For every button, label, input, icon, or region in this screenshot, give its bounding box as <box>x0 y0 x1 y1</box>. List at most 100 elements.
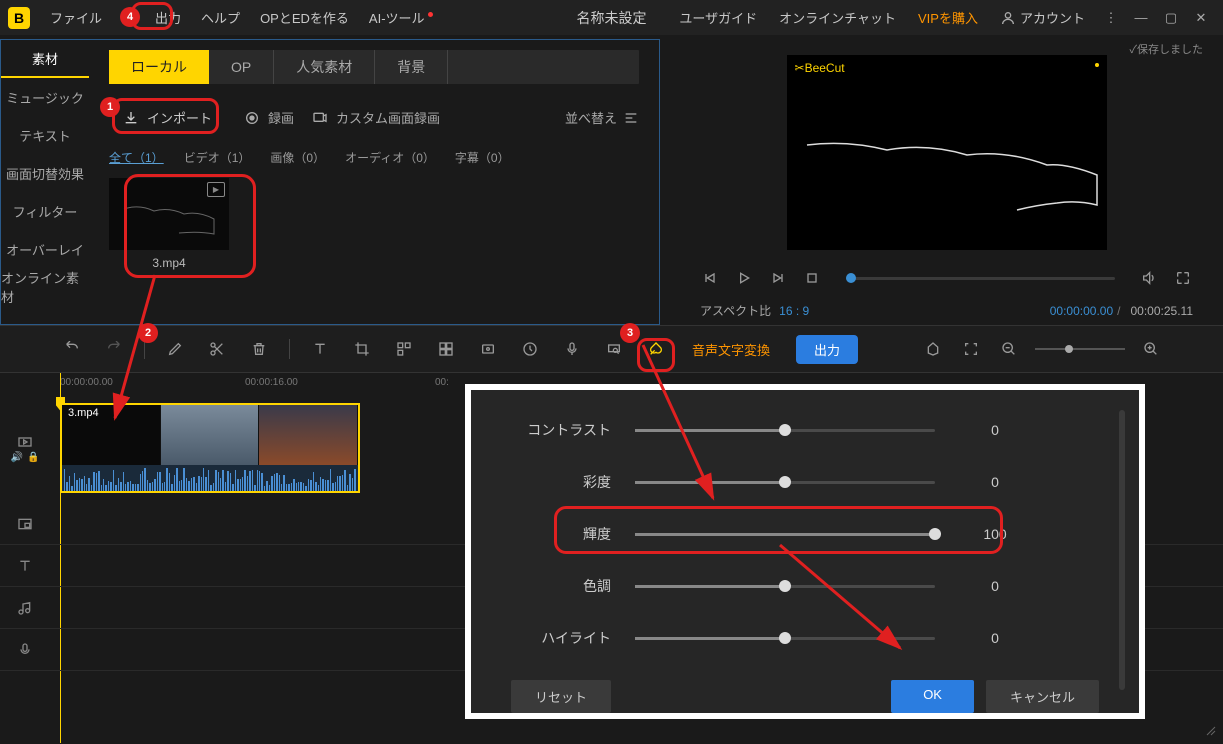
slider-track[interactable] <box>635 533 935 536</box>
delete-icon[interactable] <box>247 337 271 361</box>
time-total: 00:00:25.11 <box>1130 304 1193 318</box>
app-logo: B <box>8 7 30 29</box>
more-icon[interactable]: ⋮ <box>1097 4 1125 32</box>
custom-record-button[interactable]: カスタム画面録画 <box>312 108 440 127</box>
menu-account[interactable]: アカウント <box>990 8 1095 27</box>
menu-vip[interactable]: VIPを購入 <box>908 8 988 27</box>
menu-onlinechat[interactable]: オンラインチャット <box>769 8 906 27</box>
side-tab-music[interactable]: ミュージック <box>1 78 89 116</box>
cat-tab-popular[interactable]: 人気素材 <box>274 50 375 84</box>
reset-button[interactable]: リセット <box>511 680 611 713</box>
redo-icon[interactable] <box>102 337 126 361</box>
scissors-icon[interactable] <box>205 337 229 361</box>
video-badge-icon: ▶ <box>207 182 225 197</box>
annotation-marker-4: 4 <box>120 7 140 27</box>
track-head-voice[interactable] <box>0 642 50 658</box>
pencil-icon[interactable] <box>163 337 187 361</box>
crop-icon[interactable] <box>350 337 374 361</box>
sort-button[interactable]: 並べ替え <box>565 108 639 127</box>
aspect-label: アスペクト比 <box>700 302 771 319</box>
slider-track[interactable] <box>635 637 935 640</box>
volume-icon[interactable] <box>1139 268 1159 288</box>
zoom-out-icon[interactable] <box>997 337 1021 361</box>
prev-frame-icon[interactable] <box>700 268 720 288</box>
record-button[interactable]: 録画 <box>244 108 294 127</box>
saved-indicator: ✓保存しました <box>1129 41 1203 57</box>
maximize-icon[interactable]: ▢ <box>1157 4 1185 32</box>
export-button[interactable]: 出力 <box>796 335 858 364</box>
slider-label: ハイライト <box>511 628 611 648</box>
stop-icon[interactable] <box>802 268 822 288</box>
track-head-text[interactable] <box>0 558 50 574</box>
slider-value: 100 <box>965 526 1025 542</box>
grid-icon[interactable] <box>434 337 458 361</box>
time-mark: 00:00:16.00 <box>245 377 298 388</box>
mic-icon[interactable] <box>560 337 584 361</box>
media-item[interactable]: ▶ 3.mp4 <box>109 178 229 270</box>
slider-track[interactable] <box>635 585 935 588</box>
filter-all[interactable]: 全て（1） <box>109 149 164 166</box>
fullscreen-icon[interactable] <box>1173 268 1193 288</box>
panel-scrollbar[interactable] <box>1119 410 1125 690</box>
edit-toolbar: 音声文字変換 出力 <box>0 325 1223 373</box>
slider-track[interactable] <box>635 481 935 484</box>
track-head-video[interactable]: 🔊🔒 <box>0 403 50 493</box>
menu-export[interactable]: 出力 <box>145 8 191 27</box>
close-icon[interactable]: ✕ <box>1187 4 1215 32</box>
slider-value: 0 <box>965 474 1025 490</box>
menu-help[interactable]: ヘルプ <box>191 8 250 27</box>
filter-audio[interactable]: オーディオ（0） <box>345 149 435 166</box>
cat-tab-bg[interactable]: 背景 <box>375 50 448 84</box>
menu-oped[interactable]: OPとEDを作る <box>250 8 359 27</box>
cancel-button[interactable]: キャンセル <box>986 680 1099 713</box>
zoom-in-icon[interactable] <box>1139 337 1163 361</box>
progress-slider[interactable] <box>846 277 1115 280</box>
cat-tab-local[interactable]: ローカル <box>109 50 209 84</box>
text-icon[interactable] <box>308 337 332 361</box>
aspect-value[interactable]: 16 : 9 <box>779 304 809 318</box>
slider-value: 0 <box>965 578 1025 594</box>
side-tab-text[interactable]: テキスト <box>1 116 89 154</box>
media-thumbnail: ▶ <box>109 178 229 250</box>
slider-track[interactable] <box>635 429 935 432</box>
side-tab-overlay[interactable]: オーバーレイ <box>1 230 89 268</box>
mosaic-icon[interactable] <box>392 337 416 361</box>
play-controls <box>690 268 1203 288</box>
slider-brightness: 輝度 100 <box>511 524 1099 544</box>
import-button[interactable]: インポート <box>109 102 226 133</box>
voice-convert-label[interactable]: 音声文字変換 <box>692 340 770 359</box>
next-frame-icon[interactable] <box>768 268 788 288</box>
cat-tab-op[interactable]: OP <box>209 50 274 84</box>
video-clip[interactable]: 3.mp4 <box>60 403 360 493</box>
filter-image[interactable]: 画像（0） <box>270 149 325 166</box>
filter-video[interactable]: ビデオ（1） <box>184 149 251 166</box>
ok-button[interactable]: OK <box>891 680 974 713</box>
side-tab-transition[interactable]: 画面切替効果 <box>1 154 89 192</box>
resize-handle-icon[interactable] <box>1205 725 1217 737</box>
minimize-icon[interactable]: — <box>1127 4 1155 32</box>
track-head-pip[interactable] <box>0 516 50 532</box>
side-tab-online[interactable]: オンライン素材 <box>1 268 89 306</box>
menu-aitool[interactable]: AI-ツール <box>359 8 435 27</box>
track-head-audio[interactable] <box>0 600 50 616</box>
fit-icon[interactable] <box>959 337 983 361</box>
color-adjust-panel: コントラスト 0 彩度 0 輝度 100 色調 0 ハイライト 0 リセット O… <box>465 384 1145 719</box>
preview-video[interactable]: ✂BeeCut <box>787 55 1107 250</box>
zoom-slider[interactable] <box>1035 348 1125 350</box>
side-tab-material[interactable]: 素材 <box>1 40 89 78</box>
time-separator: / <box>1117 304 1120 318</box>
color-adjust-icon[interactable] <box>644 337 668 361</box>
speed-icon[interactable] <box>518 337 542 361</box>
marker-icon[interactable] <box>921 337 945 361</box>
slider-contrast: コントラスト 0 <box>511 420 1099 440</box>
play-icon[interactable] <box>734 268 754 288</box>
side-tab-filter[interactable]: フィルター <box>1 192 89 230</box>
category-tabs: ローカル OP 人気素材 背景 <box>109 50 639 84</box>
zoom-tool-icon[interactable] <box>602 337 626 361</box>
undo-icon[interactable] <box>60 337 84 361</box>
filter-subtitle[interactable]: 字幕（0） <box>455 149 510 166</box>
menu-userguide[interactable]: ユーザガイド <box>669 8 767 27</box>
menu-file[interactable]: ファイル <box>40 8 112 27</box>
main-area: 素材 ミュージック テキスト 画面切替効果 フィルター オーバーレイ オンライン… <box>0 35 1223 325</box>
freeze-icon[interactable] <box>476 337 500 361</box>
